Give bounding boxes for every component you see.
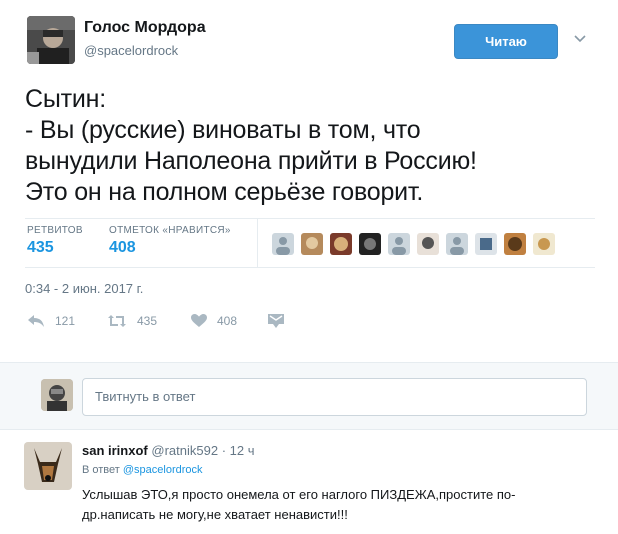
follow-button[interactable]: Читаю bbox=[454, 24, 558, 59]
author-handle[interactable]: @spacelordrock bbox=[84, 43, 178, 58]
liker-avatar[interactable] bbox=[533, 233, 555, 255]
retweets-label: РЕТВИТОВ bbox=[27, 225, 83, 236]
likes-stat[interactable]: ОТМЕТОК «НРАВИТСЯ» 408 bbox=[109, 225, 231, 257]
in-reply-handle[interactable]: @spacelordrock bbox=[123, 464, 203, 476]
direct-message-action[interactable] bbox=[268, 310, 284, 332]
reply-header: san irinxof @ratnik592 · 12 ч bbox=[82, 443, 255, 458]
retweet-icon bbox=[107, 314, 127, 328]
liker-avatar[interactable] bbox=[475, 233, 497, 255]
in-reply-prefix: В ответ bbox=[82, 464, 120, 476]
reply-input[interactable]: Твитнуть в ответ bbox=[82, 378, 587, 416]
tweet-actions: 121 435 408 bbox=[25, 310, 325, 332]
reply-time[interactable]: 12 ч bbox=[230, 443, 255, 458]
liker-avatar[interactable] bbox=[330, 233, 352, 255]
liker-avatar[interactable] bbox=[359, 233, 381, 255]
reply-author-avatar[interactable] bbox=[24, 442, 72, 490]
reply-author-name[interactable]: san irinxof bbox=[82, 443, 148, 458]
retweet-count: 435 bbox=[137, 314, 158, 328]
current-user-avatar bbox=[41, 379, 73, 411]
liker-avatar[interactable] bbox=[417, 233, 439, 255]
liker-avatar[interactable] bbox=[301, 233, 323, 255]
reply-separator: · bbox=[221, 443, 227, 458]
tweet-text-line: Сытин: bbox=[25, 85, 106, 113]
stats-divider bbox=[257, 219, 258, 267]
reply-icon bbox=[27, 314, 45, 328]
likes-count: 408 bbox=[109, 239, 136, 256]
reply-tweet: san irinxof @ratnik592 · 12 ч В ответ @s… bbox=[0, 431, 618, 534]
retweets-stat[interactable]: РЕТВИТОВ 435 bbox=[27, 225, 83, 257]
reply-count: 121 bbox=[55, 314, 76, 328]
direct-message-icon bbox=[268, 314, 284, 328]
tweet-stats: РЕТВИТОВ 435 ОТМЕТОК «НРАВИТСЯ» 408 bbox=[25, 218, 595, 268]
reply-text: Услышав ЭТО,я просто онемела от его нагл… bbox=[82, 485, 582, 525]
reply-author-handle[interactable]: @ratnik592 bbox=[151, 443, 218, 458]
author-avatar[interactable] bbox=[27, 16, 75, 64]
reply-compose-box: Твитнуть в ответ bbox=[0, 362, 618, 430]
like-count: 408 bbox=[217, 314, 238, 328]
retweet-action[interactable]: 435 bbox=[107, 310, 157, 332]
liker-avatar[interactable] bbox=[272, 233, 294, 255]
heart-icon bbox=[191, 314, 207, 328]
tweet-timestamp[interactable]: 0:34 - 2 июн. 2017 г. bbox=[25, 281, 143, 296]
tweet-text-line: - Вы (русские) виноваты в том, что bbox=[25, 116, 421, 144]
likes-label: ОТМЕТОК «НРАВИТСЯ» bbox=[109, 225, 231, 236]
liker-avatar[interactable] bbox=[446, 233, 468, 255]
in-reply-to: В ответ @spacelordrock bbox=[82, 464, 203, 476]
tweet-card: Голос Мордора @spacelordrock Читаю Сытин… bbox=[0, 0, 618, 360]
chevron-down-icon[interactable] bbox=[572, 30, 588, 46]
liker-avatar[interactable] bbox=[388, 233, 410, 255]
liker-avatar[interactable] bbox=[504, 233, 526, 255]
like-action[interactable]: 408 bbox=[191, 310, 237, 332]
reply-text-line: др.написать не могу,не хватает ненависти… bbox=[82, 507, 348, 522]
tweet-text-line: вынудили Наполеона прийти в Россию! bbox=[25, 147, 477, 175]
reply-action[interactable]: 121 bbox=[27, 310, 75, 332]
reply-text-line: Услышав ЭТО,я просто онемела от его нагл… bbox=[82, 487, 516, 502]
author-name[interactable]: Голос Мордора bbox=[84, 19, 206, 37]
tweet-text: Сытин: - Вы (русские) виноваты в том, чт… bbox=[25, 84, 585, 208]
tweet-text-line: Это он на полном серьёзе говорит. bbox=[25, 178, 424, 206]
retweets-count: 435 bbox=[27, 239, 54, 256]
